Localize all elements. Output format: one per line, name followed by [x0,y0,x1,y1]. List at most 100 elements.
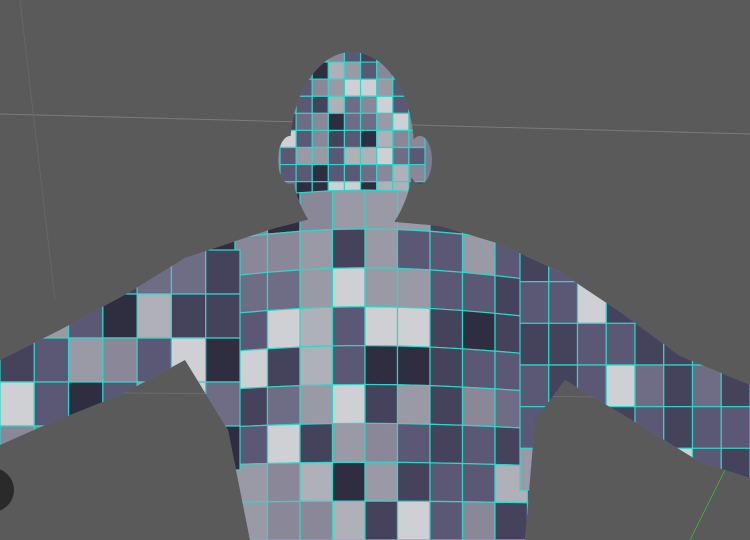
mesh-face [364,461,399,502]
mesh-face [359,61,378,80]
viewport-canvas[interactable] [0,0,750,540]
mesh-face [364,189,399,231]
mesh-face [429,269,464,312]
mesh-face [376,78,394,97]
mesh-face [331,306,366,347]
mesh-face [205,249,241,295]
mesh-face [299,422,334,464]
mesh-face [299,267,334,310]
mesh-face [266,269,301,312]
mesh-face [376,129,394,149]
mesh-face [311,146,329,166]
mesh-face [364,500,399,540]
mesh-face [299,384,334,425]
mesh-face [359,129,378,149]
mesh-face [376,163,394,183]
mesh-face [343,129,362,149]
mesh-face [327,112,346,132]
mesh-face [295,146,313,166]
mesh-face [205,337,241,383]
mesh-face [67,337,104,383]
mesh-face [327,78,346,97]
mesh-face [299,190,334,232]
mesh-face [429,346,464,388]
mesh-face [519,281,550,324]
mesh-face [408,146,426,166]
mesh-face [429,385,464,426]
mesh-face [429,500,464,540]
mesh-face [396,345,431,387]
mesh-face [343,95,362,114]
mesh-face [343,163,362,183]
mesh-face [396,461,431,503]
mesh-face [634,364,665,408]
mesh-face [396,500,431,540]
mesh-face [311,78,329,97]
mesh-face [605,364,636,408]
mesh-face [359,78,378,97]
mesh-face [311,129,329,149]
mesh-face [461,386,496,428]
mesh-face [266,423,301,465]
mesh-face [311,112,329,132]
mesh-face [691,406,722,449]
mesh-face [136,293,173,339]
mesh-face [343,112,362,132]
mesh-face [461,309,496,352]
mesh-face [279,146,297,166]
mesh-face [548,322,579,366]
mesh-face [311,163,329,183]
mesh-face [331,267,366,308]
mesh-face [205,293,241,339]
mesh-face [295,129,313,149]
mesh-face [311,95,329,114]
mesh-face [331,422,366,463]
mesh-face [364,267,399,308]
3d-viewport[interactable] [0,0,750,540]
mesh-face [343,78,362,97]
mesh-face [0,381,35,427]
mesh-face [429,423,464,465]
mesh-face [266,500,301,540]
mesh-face [331,500,366,540]
mesh-face [327,61,346,80]
mesh-face [429,230,464,273]
mesh-face [461,271,496,314]
mesh-face [392,163,410,183]
mesh-face [266,385,301,426]
mesh-face [396,384,431,425]
mesh-face [102,337,138,383]
mesh-face [461,501,496,540]
mesh-face [376,95,394,114]
mesh-face [364,306,399,347]
mesh-face [519,322,550,366]
mesh-face [461,424,496,466]
mesh-face [429,307,464,350]
mesh-face [396,228,431,271]
mesh-face [327,163,346,183]
mesh-face [548,281,579,324]
mesh-face [720,406,750,449]
mesh-face [327,129,346,149]
mesh-face [359,112,378,132]
mesh-face [299,306,334,348]
mesh-face [663,364,694,408]
mesh-face [299,228,334,271]
mesh-face [331,344,366,386]
mesh-face [392,146,410,166]
mesh-face [364,228,399,269]
mesh-face [299,461,334,503]
mesh-face [396,267,431,310]
mesh-face [295,112,313,132]
mesh-face [663,406,694,449]
mesh-face [461,348,496,390]
mesh-face [364,422,399,463]
mesh-face [266,230,301,273]
mesh-face [364,383,399,425]
mesh-face [331,228,366,269]
mesh-face [331,461,366,502]
mesh-face [396,422,431,464]
mesh-face [359,95,378,114]
mesh-face [266,346,301,388]
mesh-face [494,501,529,540]
